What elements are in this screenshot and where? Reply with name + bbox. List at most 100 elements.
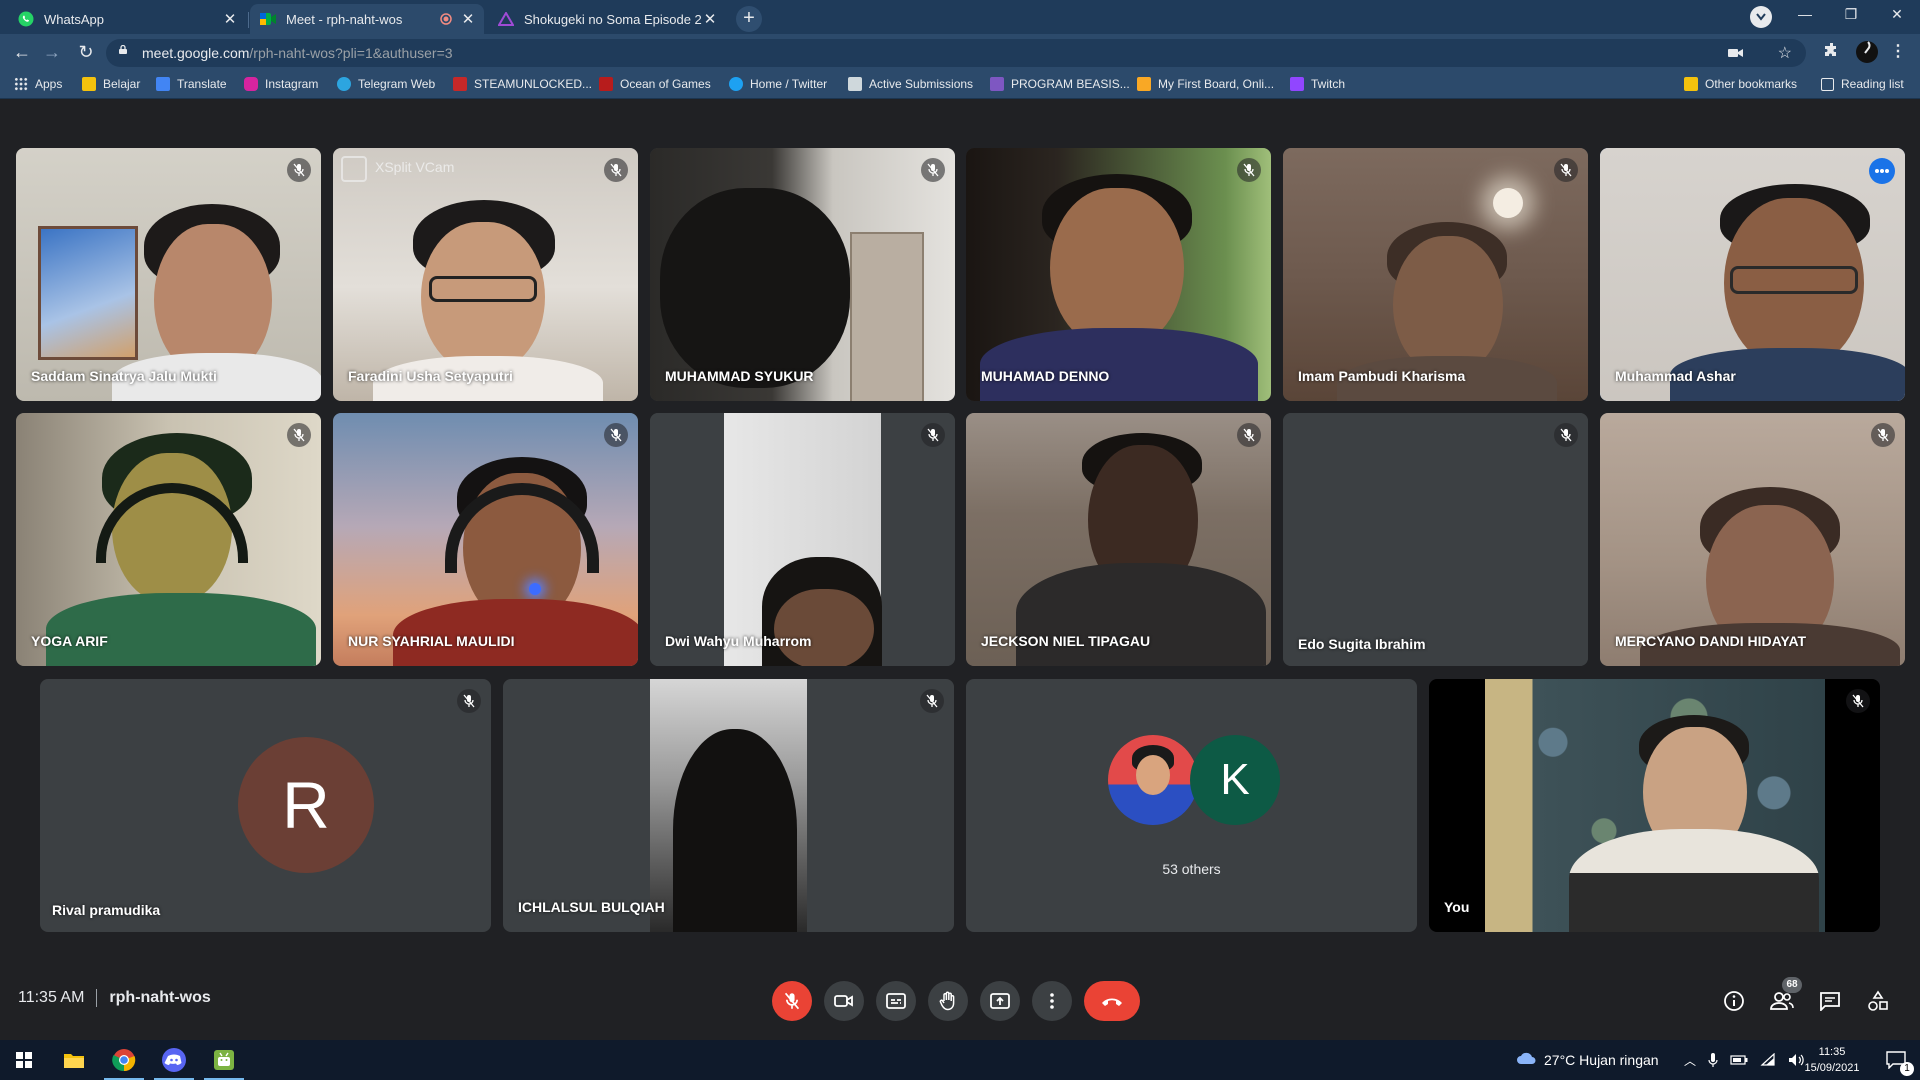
- other-bookmarks[interactable]: Other bookmarks: [1684, 76, 1797, 92]
- apps-grid-icon: [14, 77, 28, 91]
- chat-icon: [1820, 992, 1840, 1011]
- participant-name: Dwi Wahyu Muharrom: [665, 633, 812, 649]
- google-translate-icon: [156, 77, 170, 91]
- more-options-button[interactable]: [1032, 981, 1072, 1021]
- participant-tile[interactable]: MUHAMAD DENNO: [966, 148, 1271, 401]
- participant-shirt: [46, 593, 316, 666]
- self-view-tile[interactable]: You: [1429, 679, 1880, 932]
- bookmark-instagram[interactable]: Instagram: [244, 76, 318, 92]
- others-count: 53 others: [1162, 861, 1221, 877]
- chat-button[interactable]: [1814, 985, 1846, 1017]
- people-button[interactable]: 68: [1766, 977, 1802, 1017]
- muted-mic-icon: [1871, 423, 1895, 447]
- browser-menu-icon[interactable]: ⋮: [1888, 42, 1908, 62]
- tray-overflow-chevron-icon[interactable]: ︿: [1684, 1052, 1696, 1069]
- participant-tile-active-speaker[interactable]: Muhammad Ashar: [1600, 148, 1905, 401]
- bookmark-ocean-of-games[interactable]: Ocean of Games: [599, 76, 711, 92]
- camera-toggle-button[interactable]: [824, 981, 864, 1021]
- participant-tile[interactable]: Dwi Wahyu Muharrom: [650, 413, 955, 666]
- hang-up-icon: [1102, 998, 1122, 1006]
- chrome-taskbar-icon[interactable]: [100, 1040, 148, 1080]
- participant-name: You: [1444, 899, 1470, 915]
- participant-tile[interactable]: MERCYANO DANDI HIDAYAT: [1600, 413, 1905, 666]
- microphone-tray-icon[interactable]: [1708, 1052, 1718, 1068]
- bookmark-star-icon[interactable]: ☆: [1778, 43, 1792, 63]
- taskbar-clock[interactable]: 11:35 15/09/2021: [1784, 1044, 1880, 1076]
- minimize-icon[interactable]: —: [1782, 0, 1828, 30]
- extensions-icon[interactable]: [1822, 42, 1842, 62]
- close-tab-icon[interactable]: ✕: [702, 10, 718, 28]
- participant-tile[interactable]: XSplit VCam Faradini Usha Setyaputri: [333, 148, 638, 401]
- participant-name: Faradini Usha Setyaputri: [348, 368, 513, 384]
- new-tab-button[interactable]: +: [736, 6, 762, 32]
- meet-control-bar: 11:35 AM rph-naht-wos 68: [0, 965, 1920, 1040]
- captions-button[interactable]: [876, 981, 916, 1021]
- restore-icon[interactable]: ❐: [1828, 0, 1874, 30]
- raise-hand-button[interactable]: [928, 981, 968, 1021]
- present-screen-button[interactable]: [980, 981, 1020, 1021]
- discord-taskbar-icon[interactable]: [150, 1040, 198, 1080]
- tab-shokugeki[interactable]: Shokugeki no Soma Episode 22 S ✕: [488, 4, 726, 34]
- wifi-icon[interactable]: [1760, 1053, 1776, 1067]
- camera-in-use-icon[interactable]: [1728, 46, 1744, 64]
- tab-whatsapp[interactable]: WhatsApp ✕: [8, 4, 246, 34]
- participant-name: Muhammad Ashar: [1615, 368, 1736, 384]
- bookmark-translate[interactable]: Translate: [156, 76, 227, 92]
- android-app-taskbar-icon[interactable]: [200, 1040, 248, 1080]
- bookmark-twitch[interactable]: Twitch: [1290, 76, 1345, 92]
- activities-button[interactable]: [1862, 985, 1894, 1017]
- muted-mic-icon: [920, 689, 944, 713]
- profile-avatar-icon[interactable]: [1856, 41, 1878, 63]
- address-bar[interactable]: meet.google.com/rph-naht-wos?pli=1&authu…: [106, 39, 1806, 67]
- leave-call-button[interactable]: [1084, 981, 1140, 1021]
- reload-icon[interactable]: ↻: [74, 40, 98, 64]
- close-tab-icon[interactable]: ✕: [460, 10, 476, 28]
- others-tile[interactable]: K 53 others: [966, 679, 1417, 932]
- bookmark-steamunlocked[interactable]: STEAMUNLOCKED...: [453, 76, 592, 92]
- participant-tile[interactable]: ICHLALSUL BULQIAH: [503, 679, 954, 932]
- muted-mic-icon: [604, 423, 628, 447]
- participant-name: Saddam Sinatrya Jalu Mukti: [31, 368, 217, 384]
- weather-widget[interactable]: 27°C Hujan ringan: [1516, 1040, 1659, 1080]
- participant-tile[interactable]: MUHAMMAD SYUKUR: [650, 148, 955, 401]
- bookmark-twitter[interactable]: Home / Twitter: [729, 76, 827, 92]
- forward-icon[interactable]: →: [40, 40, 64, 64]
- bookmark-program-beasiswa[interactable]: PROGRAM BEASIS...: [990, 76, 1130, 92]
- taskbar-date: 15/09/2021: [1804, 1062, 1860, 1074]
- participant-tile[interactable]: Imam Pambudi Kharisma: [1283, 148, 1588, 401]
- close-tab-icon[interactable]: ✕: [222, 10, 238, 28]
- muted-mic-icon: [1237, 158, 1261, 182]
- ocean-of-games-icon: [599, 77, 613, 91]
- bookmark-apps[interactable]: Apps: [14, 76, 62, 92]
- bookmark-belajar[interactable]: Belajar: [82, 76, 140, 92]
- muted-mic-icon: [287, 423, 311, 447]
- participant-name: JECKSON NIEL TIPAGAU: [981, 633, 1151, 649]
- participant-tile[interactable]: Edo Sugita Ibrahim: [1283, 413, 1588, 666]
- participant-avatar: R: [238, 737, 374, 873]
- bookmark-my-first-board[interactable]: My First Board, Onli...: [1137, 76, 1274, 92]
- participant-tile[interactable]: YOGA ARIF: [16, 413, 321, 666]
- muted-mic-icon: [1846, 689, 1870, 713]
- file-explorer-icon[interactable]: [50, 1040, 98, 1080]
- participant-tile[interactable]: NUR SYAHRIAL MAULIDI: [333, 413, 638, 666]
- back-icon[interactable]: ←: [10, 40, 34, 64]
- participant-tile[interactable]: JECKSON NIEL TIPAGAU: [966, 413, 1271, 666]
- muted-mic-icon: [287, 158, 311, 182]
- battery-icon[interactable]: [1730, 1055, 1748, 1065]
- tab-meet[interactable]: Meet - rph-naht-wos ✕: [250, 4, 484, 34]
- meeting-info: 11:35 AM rph-naht-wos: [18, 989, 211, 1007]
- microphone-toggle-button[interactable]: [772, 981, 812, 1021]
- windows-start-icon[interactable]: [0, 1040, 48, 1080]
- reading-list[interactable]: Reading list: [1821, 76, 1904, 92]
- tab-search-icon[interactable]: [1750, 6, 1772, 28]
- bookmark-telegram[interactable]: Telegram Web: [337, 76, 435, 92]
- close-window-icon[interactable]: ✕: [1874, 0, 1920, 30]
- present-icon: [990, 993, 1010, 1009]
- meeting-details-button[interactable]: [1718, 985, 1750, 1017]
- participant-tile[interactable]: R Rival pramudika: [40, 679, 491, 932]
- info-icon: [1724, 991, 1744, 1011]
- participant-tile[interactable]: Saddam Sinatrya Jalu Mukti: [16, 148, 321, 401]
- participant-name: MUHAMAD DENNO: [981, 368, 1110, 384]
- notifications-icon[interactable]: 1: [1872, 1040, 1920, 1080]
- bookmark-active-submissions[interactable]: Active Submissions: [848, 76, 973, 92]
